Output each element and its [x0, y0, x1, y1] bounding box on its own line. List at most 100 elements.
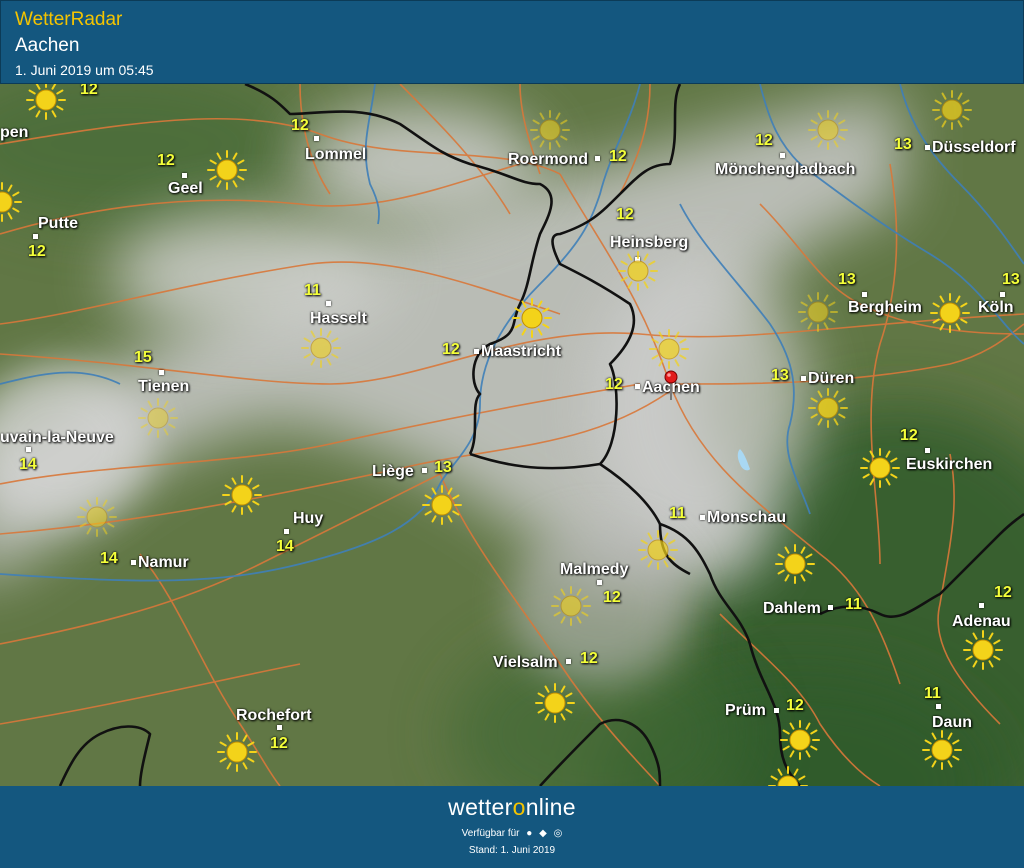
town-label: Namur	[138, 554, 189, 571]
location-pin-icon[interactable]	[664, 370, 678, 402]
sun-icon	[808, 110, 848, 150]
temperature-value: 13	[838, 271, 856, 288]
temperature-value: 12	[755, 132, 773, 149]
town-label: Tienen	[138, 378, 190, 395]
town-marker	[925, 448, 930, 453]
town-label: Malmedy	[560, 561, 629, 578]
town-label: Mönchengladbach	[715, 161, 856, 178]
temperature-value: 11	[304, 282, 321, 299]
location-name: Aachen	[15, 35, 80, 56]
town-marker	[595, 156, 600, 161]
town-marker	[326, 301, 331, 306]
app-window: WetterRadar Aachen 1. Juni 2019 um 05:45	[0, 0, 1024, 868]
temperature-value: 14	[100, 550, 118, 567]
town-marker	[284, 529, 289, 534]
town-label: Bergheim	[848, 299, 922, 316]
town-marker	[131, 560, 136, 565]
town-marker	[159, 370, 164, 375]
sun-icon	[932, 90, 972, 130]
town-marker	[33, 234, 38, 239]
town-marker	[597, 580, 602, 585]
temperature-value: 13	[434, 459, 452, 476]
sun-icon	[217, 732, 257, 772]
sun-icon	[301, 328, 341, 368]
town-marker	[936, 704, 941, 709]
town-label: Liège	[372, 463, 414, 480]
wetteronline-logo[interactable]: wetteronline	[0, 794, 1024, 821]
sun-icon	[768, 766, 808, 786]
town-label: Lommel	[305, 146, 367, 163]
sun-icon	[512, 298, 552, 338]
town-marker	[979, 603, 984, 608]
sun-icon	[618, 251, 658, 291]
town-marker	[925, 145, 930, 150]
apple-icon[interactable]: ◆	[539, 828, 547, 839]
temperature-value: 13	[1002, 271, 1020, 288]
town-marker	[801, 376, 806, 381]
sun-icon	[138, 398, 178, 438]
town-marker	[277, 725, 282, 730]
radar-datetime: 1. Juni 2019 um 05:45	[15, 62, 154, 78]
sun-icon	[775, 544, 815, 584]
town-marker	[780, 153, 785, 158]
town-marker	[635, 384, 640, 389]
sun-icon	[535, 683, 575, 723]
temperature-value: 12	[605, 376, 623, 393]
sun-icon	[0, 182, 22, 222]
app-brand: WetterRadar	[15, 9, 123, 30]
footer-bar: wetteronline Verfügbar für ● ◆ ◎ Stand: …	[0, 786, 1024, 868]
sun-icon	[860, 448, 900, 488]
temperature-value: 12	[609, 148, 627, 165]
sun-icon	[530, 110, 570, 150]
town-marker	[862, 292, 867, 297]
temperature-value: 12	[603, 589, 621, 606]
town-label: Köln	[978, 299, 1014, 316]
temperature-value: 12	[442, 341, 460, 358]
sun-icon	[649, 329, 689, 369]
temperature-value: 12	[157, 152, 175, 169]
sun-icon	[638, 530, 678, 570]
weather-radar-map[interactable]: pen Lommel Geel Putte Roermond Mönchengl…	[0, 84, 1024, 786]
town-label: Geel	[168, 180, 203, 197]
town-marker	[566, 659, 571, 664]
town-marker	[422, 468, 427, 473]
temperature-value: 12	[786, 697, 804, 714]
town-marker	[182, 173, 187, 178]
temperature-value: 14	[19, 456, 37, 473]
status-date: Stand: 1. Juni 2019	[468, 845, 556, 856]
temperature-value: 11	[845, 596, 862, 613]
sun-icon	[77, 497, 117, 537]
town-label: Vielsalm	[493, 654, 558, 671]
temperature-value: 12	[28, 243, 46, 260]
temperature-value: 14	[276, 538, 294, 555]
town-label: pen	[0, 124, 29, 141]
availability-line: Verfügbar für ● ◆ ◎	[461, 828, 563, 840]
sun-icon	[422, 485, 462, 525]
sun-icon	[808, 388, 848, 428]
android-icon[interactable]: ●	[526, 828, 532, 839]
header-bar: WetterRadar Aachen 1. Juni 2019 um 05:45	[0, 0, 1024, 84]
sun-icon	[26, 84, 66, 120]
sun-icon	[798, 292, 838, 332]
sun-icon	[963, 630, 1003, 670]
temperature-value: 13	[771, 367, 789, 384]
town-label: Roermond	[508, 151, 588, 168]
sun-icon	[222, 475, 262, 515]
town-label: Huy	[293, 510, 324, 527]
sun-icon	[207, 150, 247, 190]
temperature-value: 12	[994, 584, 1012, 601]
temperature-value: 12	[616, 206, 634, 223]
sun-icon	[922, 730, 962, 770]
temperature-value: 12	[291, 117, 309, 134]
town-marker	[700, 515, 705, 520]
web-icon[interactable]: ◎	[554, 828, 563, 839]
town-label: uvain-la-Neuve	[0, 429, 114, 446]
town-marker	[474, 349, 479, 354]
temperature-value: 13	[894, 136, 912, 153]
sun-icon	[551, 586, 591, 626]
town-label: Dahlem	[763, 600, 821, 617]
town-marker	[314, 136, 319, 141]
temperature-value: 12	[580, 650, 598, 667]
temperature-value: 12	[80, 84, 98, 98]
temperature-value: 11	[924, 685, 941, 702]
